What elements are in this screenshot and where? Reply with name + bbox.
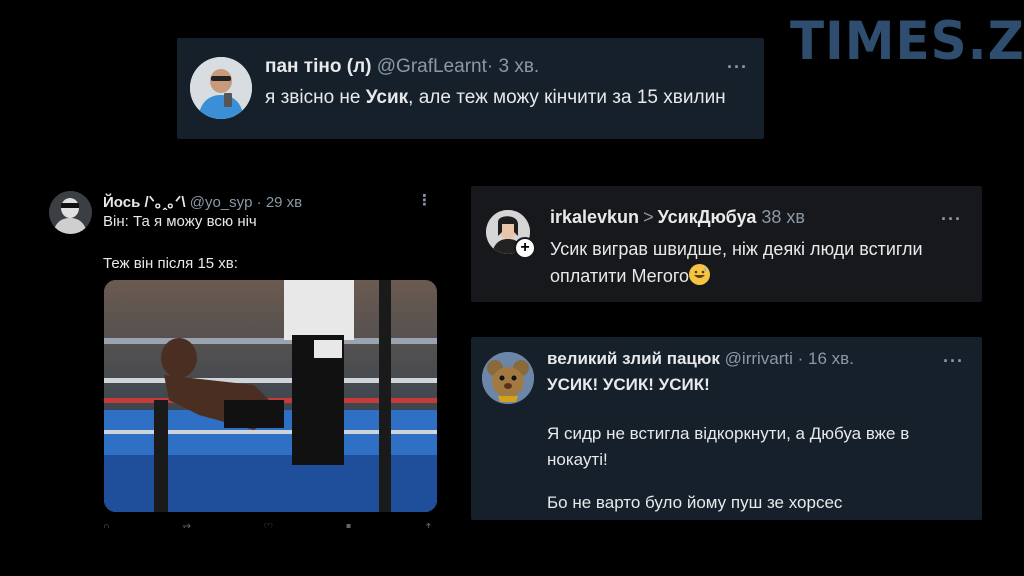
more-vertical-icon[interactable]: ⋮ xyxy=(417,193,433,208)
timestamp[interactable]: · 16 хв. xyxy=(798,349,854,368)
boxing-ring-photo xyxy=(104,280,437,512)
avatar[interactable] xyxy=(190,57,252,119)
more-horizontal-icon[interactable]: ··· xyxy=(727,58,748,76)
tweet-card-yo-syp[interactable]: Йось /ᐠ｡ꞈ｡ᐟ\ @yo_syp · 29 хв Він: Та я м… xyxy=(39,183,451,528)
more-horizontal-icon[interactable]: ··· xyxy=(943,352,964,370)
thread-card-irkalevkun[interactable]: + irkalevkun > УсикДюбуа 38 хв Усик виграв… xyxy=(471,186,982,302)
display-name[interactable]: Йось /ᐠ｡ꞈ｡ᐟ\ xyxy=(103,194,186,211)
rat-cartoon-icon xyxy=(482,352,534,404)
tweet-text-line: Він: Та я можу всю ніч xyxy=(103,213,257,230)
share-icon[interactable]: ↥ xyxy=(424,521,433,528)
timestamp[interactable]: · 29 хв xyxy=(257,194,302,211)
times-zt-logo: TIMES.ZT xyxy=(790,10,1024,72)
boxing-knockdown-image[interactable] xyxy=(104,280,437,512)
tweet-text-line: Теж він після 15 хв: xyxy=(103,255,238,272)
timestamp[interactable]: · 3 хв. xyxy=(487,56,539,77)
user-photo-icon xyxy=(49,191,92,234)
post-text: Усик виграв швидше, ніж деякі люди встиг… xyxy=(550,236,930,290)
display-name[interactable]: великий злий пацюк xyxy=(547,349,720,368)
tweet-text-part: я звісно не xyxy=(265,87,366,108)
chevron-right-icon: > xyxy=(643,207,654,227)
reply-icon[interactable]: ○ xyxy=(103,521,110,528)
post-text-content: Усик виграв швидше, ніж деякі люди встиг… xyxy=(550,239,923,286)
views-icon[interactable]: ▮ xyxy=(345,521,351,528)
display-name[interactable]: пан тіно (л) xyxy=(265,56,371,77)
display-name[interactable]: irkalevkun xyxy=(550,207,639,227)
tweet-actions: ○ ⇄ ♡ ▮ ↥ xyxy=(103,521,433,528)
tweet-text-line: Бо не варто було йому пуш зе хорсес xyxy=(547,493,843,512)
tweet-card-graflearnt[interactable]: пан тіно (л) @GrafLearnt· 3 хв. я звісно… xyxy=(177,38,764,139)
plus-icon[interactable]: + xyxy=(514,237,536,259)
tweet-text: я звісно не Усик, але теж можу кінчити з… xyxy=(265,84,735,112)
tweet-card-irrivarti[interactable]: великий злий пацюк @irrivarti · 16 хв. У… xyxy=(471,337,982,520)
tweet-text-line: УСИК! УСИК! УСИК! xyxy=(547,375,710,394)
community-name[interactable]: УсикДюбуа xyxy=(658,207,757,227)
avatar[interactable] xyxy=(482,352,534,404)
user-handle[interactable]: @irrivarti xyxy=(725,349,793,368)
grinning-sweat-emoji xyxy=(689,264,711,285)
user-photo-icon xyxy=(190,57,252,119)
user-handle[interactable]: @yo_syp xyxy=(190,194,253,211)
retweet-icon[interactable]: ⇄ xyxy=(182,521,191,528)
timestamp[interactable]: 38 хв xyxy=(761,207,805,227)
avatar[interactable] xyxy=(49,191,92,234)
tweet-text-part: , але теж можу кінчити за 15 хвилин xyxy=(408,87,726,108)
tweet-text-bold: Усик xyxy=(365,87,409,108)
more-horizontal-icon[interactable]: ··· xyxy=(941,210,962,228)
like-icon[interactable]: ♡ xyxy=(263,521,273,528)
tweet-text-line: Я сидр не встигла відкоркнути, а Дюбуа в… xyxy=(547,424,910,469)
user-handle[interactable]: @GrafLearnt xyxy=(377,56,487,77)
